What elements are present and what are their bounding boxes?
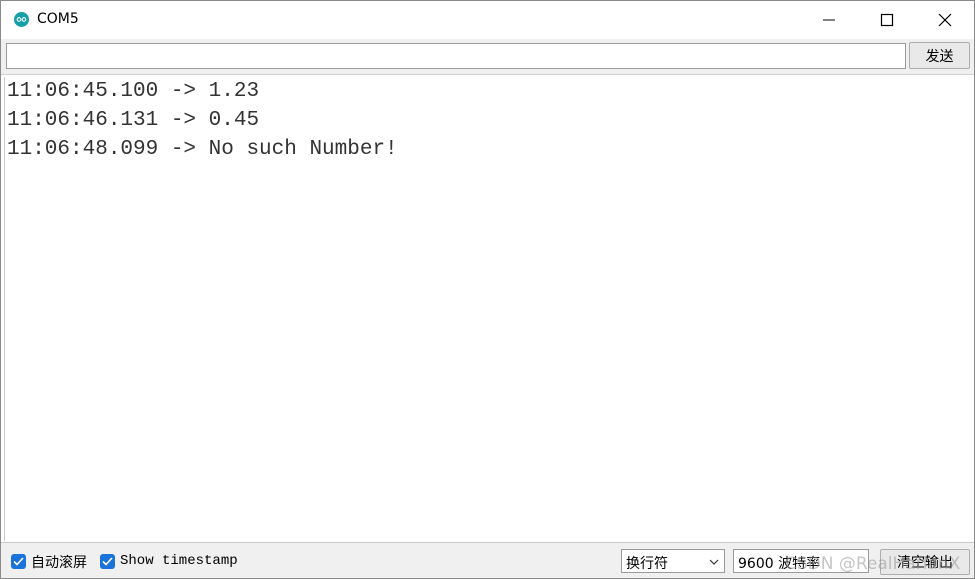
status-bar: 自动滚屏 Show timestamp 换行符 9600 波特率 清空输出 CS… bbox=[1, 542, 974, 578]
chevron-down-icon bbox=[709, 559, 719, 565]
serial-monitor-window: COM5 发送 11:06:45.100 -> 1.23 11:06:46.13… bbox=[0, 0, 975, 579]
minimize-button[interactable] bbox=[800, 1, 858, 39]
close-icon bbox=[938, 13, 952, 27]
baud-rate-select[interactable]: 9600 波特率 bbox=[733, 549, 869, 573]
title-bar: COM5 bbox=[1, 1, 974, 39]
maximize-button[interactable] bbox=[858, 1, 916, 39]
output-line: 11:06:46.131 -> 0.45 bbox=[7, 109, 260, 132]
timestamp-checkbox[interactable] bbox=[100, 554, 115, 569]
checkmark-icon bbox=[13, 557, 24, 566]
clear-output-button[interactable]: 清空输出 bbox=[880, 549, 970, 575]
line-ending-value: 换行符 bbox=[626, 556, 668, 572]
maximize-icon bbox=[880, 13, 894, 27]
window-title: COM5 bbox=[37, 11, 79, 27]
send-row: 发送 bbox=[1, 39, 974, 75]
line-ending-select[interactable]: 换行符 bbox=[621, 549, 725, 573]
arduino-icon bbox=[14, 12, 29, 27]
serial-output[interactable]: 11:06:45.100 -> 1.23 11:06:46.131 -> 0.4… bbox=[4, 77, 972, 541]
checkmark-icon bbox=[102, 557, 113, 566]
output-line: 11:06:48.099 -> No such Number! bbox=[7, 138, 398, 161]
close-button[interactable] bbox=[916, 1, 974, 39]
baud-rate-value: 9600 波特率 bbox=[738, 556, 821, 572]
send-input[interactable] bbox=[6, 43, 906, 69]
autoscroll-label[interactable]: 自动滚屏 bbox=[31, 552, 87, 572]
send-button[interactable]: 发送 bbox=[909, 42, 970, 69]
timestamp-label[interactable]: Show timestamp bbox=[120, 553, 238, 569]
output-line: 11:06:45.100 -> 1.23 bbox=[7, 80, 260, 103]
minimize-icon bbox=[823, 19, 835, 21]
autoscroll-checkbox[interactable] bbox=[11, 554, 26, 569]
